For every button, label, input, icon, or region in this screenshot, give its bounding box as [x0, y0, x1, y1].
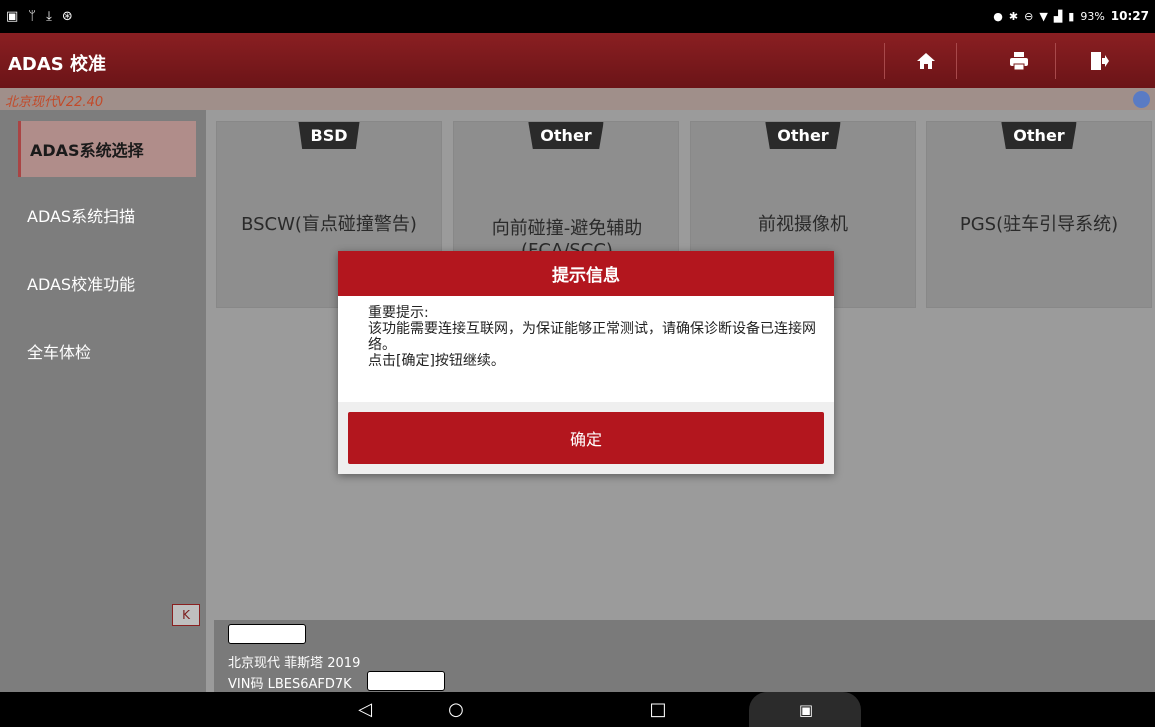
- system-label: BSCW(盲点碰撞警告): [241, 214, 417, 235]
- sidebar-item-adas-calibration[interactable]: ADAS校准功能: [18, 255, 196, 311]
- home-nav-button[interactable]: ○: [436, 697, 476, 722]
- back-icon: ◁: [358, 699, 372, 720]
- dialog-footer: 确定: [338, 402, 834, 474]
- signal-icon: ▟: [1053, 9, 1063, 23]
- version-bar: 北京现代V22.40: [0, 88, 1155, 110]
- divider: [956, 43, 957, 79]
- sidebar-item-full-check[interactable]: 全车体检: [18, 323, 196, 379]
- prompt-dialog: 提示信息 重要提示: 该功能需要连接互联网，为保证能够正常测试，请确保诊断设备已…: [338, 251, 834, 474]
- gallery-icon: ▣: [6, 9, 19, 24]
- system-tag: Other: [765, 122, 841, 149]
- vehicle-vin: VIN码 LBES6AFD7K: [228, 677, 352, 692]
- dialog-message: 重要提示: 该功能需要连接互联网，为保证能够正常测试，请确保诊断设备已连接网络。…: [368, 305, 818, 369]
- clock: 10:27: [1110, 9, 1149, 23]
- system-tag: BSD: [298, 122, 360, 149]
- dialog-title: 提示信息: [338, 251, 834, 296]
- home-circle-icon: ○: [448, 699, 464, 720]
- screenshot-button[interactable]: ▣: [786, 697, 826, 722]
- status-right-icons: ● ✱ ⊖ ▼ ▟ ▮ 93% 10:27: [993, 9, 1149, 23]
- dialog-line: 点击[确定]按钮继续。: [368, 353, 505, 369]
- android-nav-bar: ◁ ○ □ ▣: [0, 692, 1155, 727]
- confirm-button[interactable]: 确定: [348, 412, 824, 464]
- app-header: ADAS 校准: [0, 33, 1155, 88]
- screenshot-icon: ▣: [798, 700, 814, 719]
- sidebar-item-adas-scan[interactable]: ADAS系统扫描: [18, 187, 196, 243]
- divider: [884, 43, 885, 79]
- collapse-sidebar-button[interactable]: K: [172, 604, 200, 626]
- redacted-field: [367, 671, 445, 691]
- print-icon: [1010, 51, 1028, 70]
- home-button[interactable]: [897, 33, 955, 88]
- bluetooth-icon: ✱: [1008, 9, 1019, 23]
- recents-button[interactable]: □: [638, 697, 678, 722]
- redacted-field: [228, 624, 306, 644]
- software-version: 北京现代V22.40: [5, 95, 104, 110]
- print-button[interactable]: [990, 33, 1048, 88]
- home-icon: [917, 52, 935, 69]
- settings-icon: ⊛: [61, 9, 73, 24]
- system-card-pgs[interactable]: Other PGS(驻车引导系统): [926, 121, 1152, 308]
- sidebar-item-adas-select[interactable]: ADAS系统选择: [18, 121, 196, 177]
- location-icon: ●: [993, 9, 1003, 23]
- system-tag: Other: [1001, 122, 1077, 149]
- status-left-icons: ▣ ᛘ ⤓ ⊛: [6, 9, 73, 24]
- system-label: 前视摄像机: [758, 214, 848, 235]
- download-icon: ⤓: [46, 9, 52, 24]
- dnd-icon: ⊖: [1024, 9, 1034, 23]
- battery-level: 93%: [1080, 9, 1105, 23]
- back-button[interactable]: ◁: [345, 697, 385, 722]
- status-bar: ▣ ᛘ ⤓ ⊛ ● ✱ ⊖ ▼ ▟ ▮ 93% 10:27: [0, 0, 1155, 33]
- vehicle-model: 北京现代 菲斯塔 2019: [228, 656, 361, 671]
- manual-icon[interactable]: [1133, 91, 1150, 108]
- system-label: PGS(驻车引导系统): [959, 214, 1119, 235]
- usb-icon: ᛘ: [28, 9, 37, 24]
- wifi-icon: ▼: [1039, 9, 1048, 23]
- exit-button[interactable]: [1070, 33, 1128, 88]
- dialog-line: 该功能需要连接互联网，为保证能够正常测试，请确保诊断设备已连接网络。: [368, 321, 816, 353]
- divider: [1055, 43, 1056, 79]
- exit-icon: [1091, 51, 1109, 70]
- system-tag: Other: [528, 122, 604, 149]
- page-title: ADAS 校准: [8, 54, 107, 75]
- dialog-line: 重要提示:: [368, 305, 429, 321]
- recents-icon: □: [649, 699, 667, 720]
- battery-icon: ▮: [1068, 9, 1075, 23]
- vehicle-info: 北京现代 菲斯塔 2019 VIN码 LBES6AFD7K: [214, 620, 1155, 692]
